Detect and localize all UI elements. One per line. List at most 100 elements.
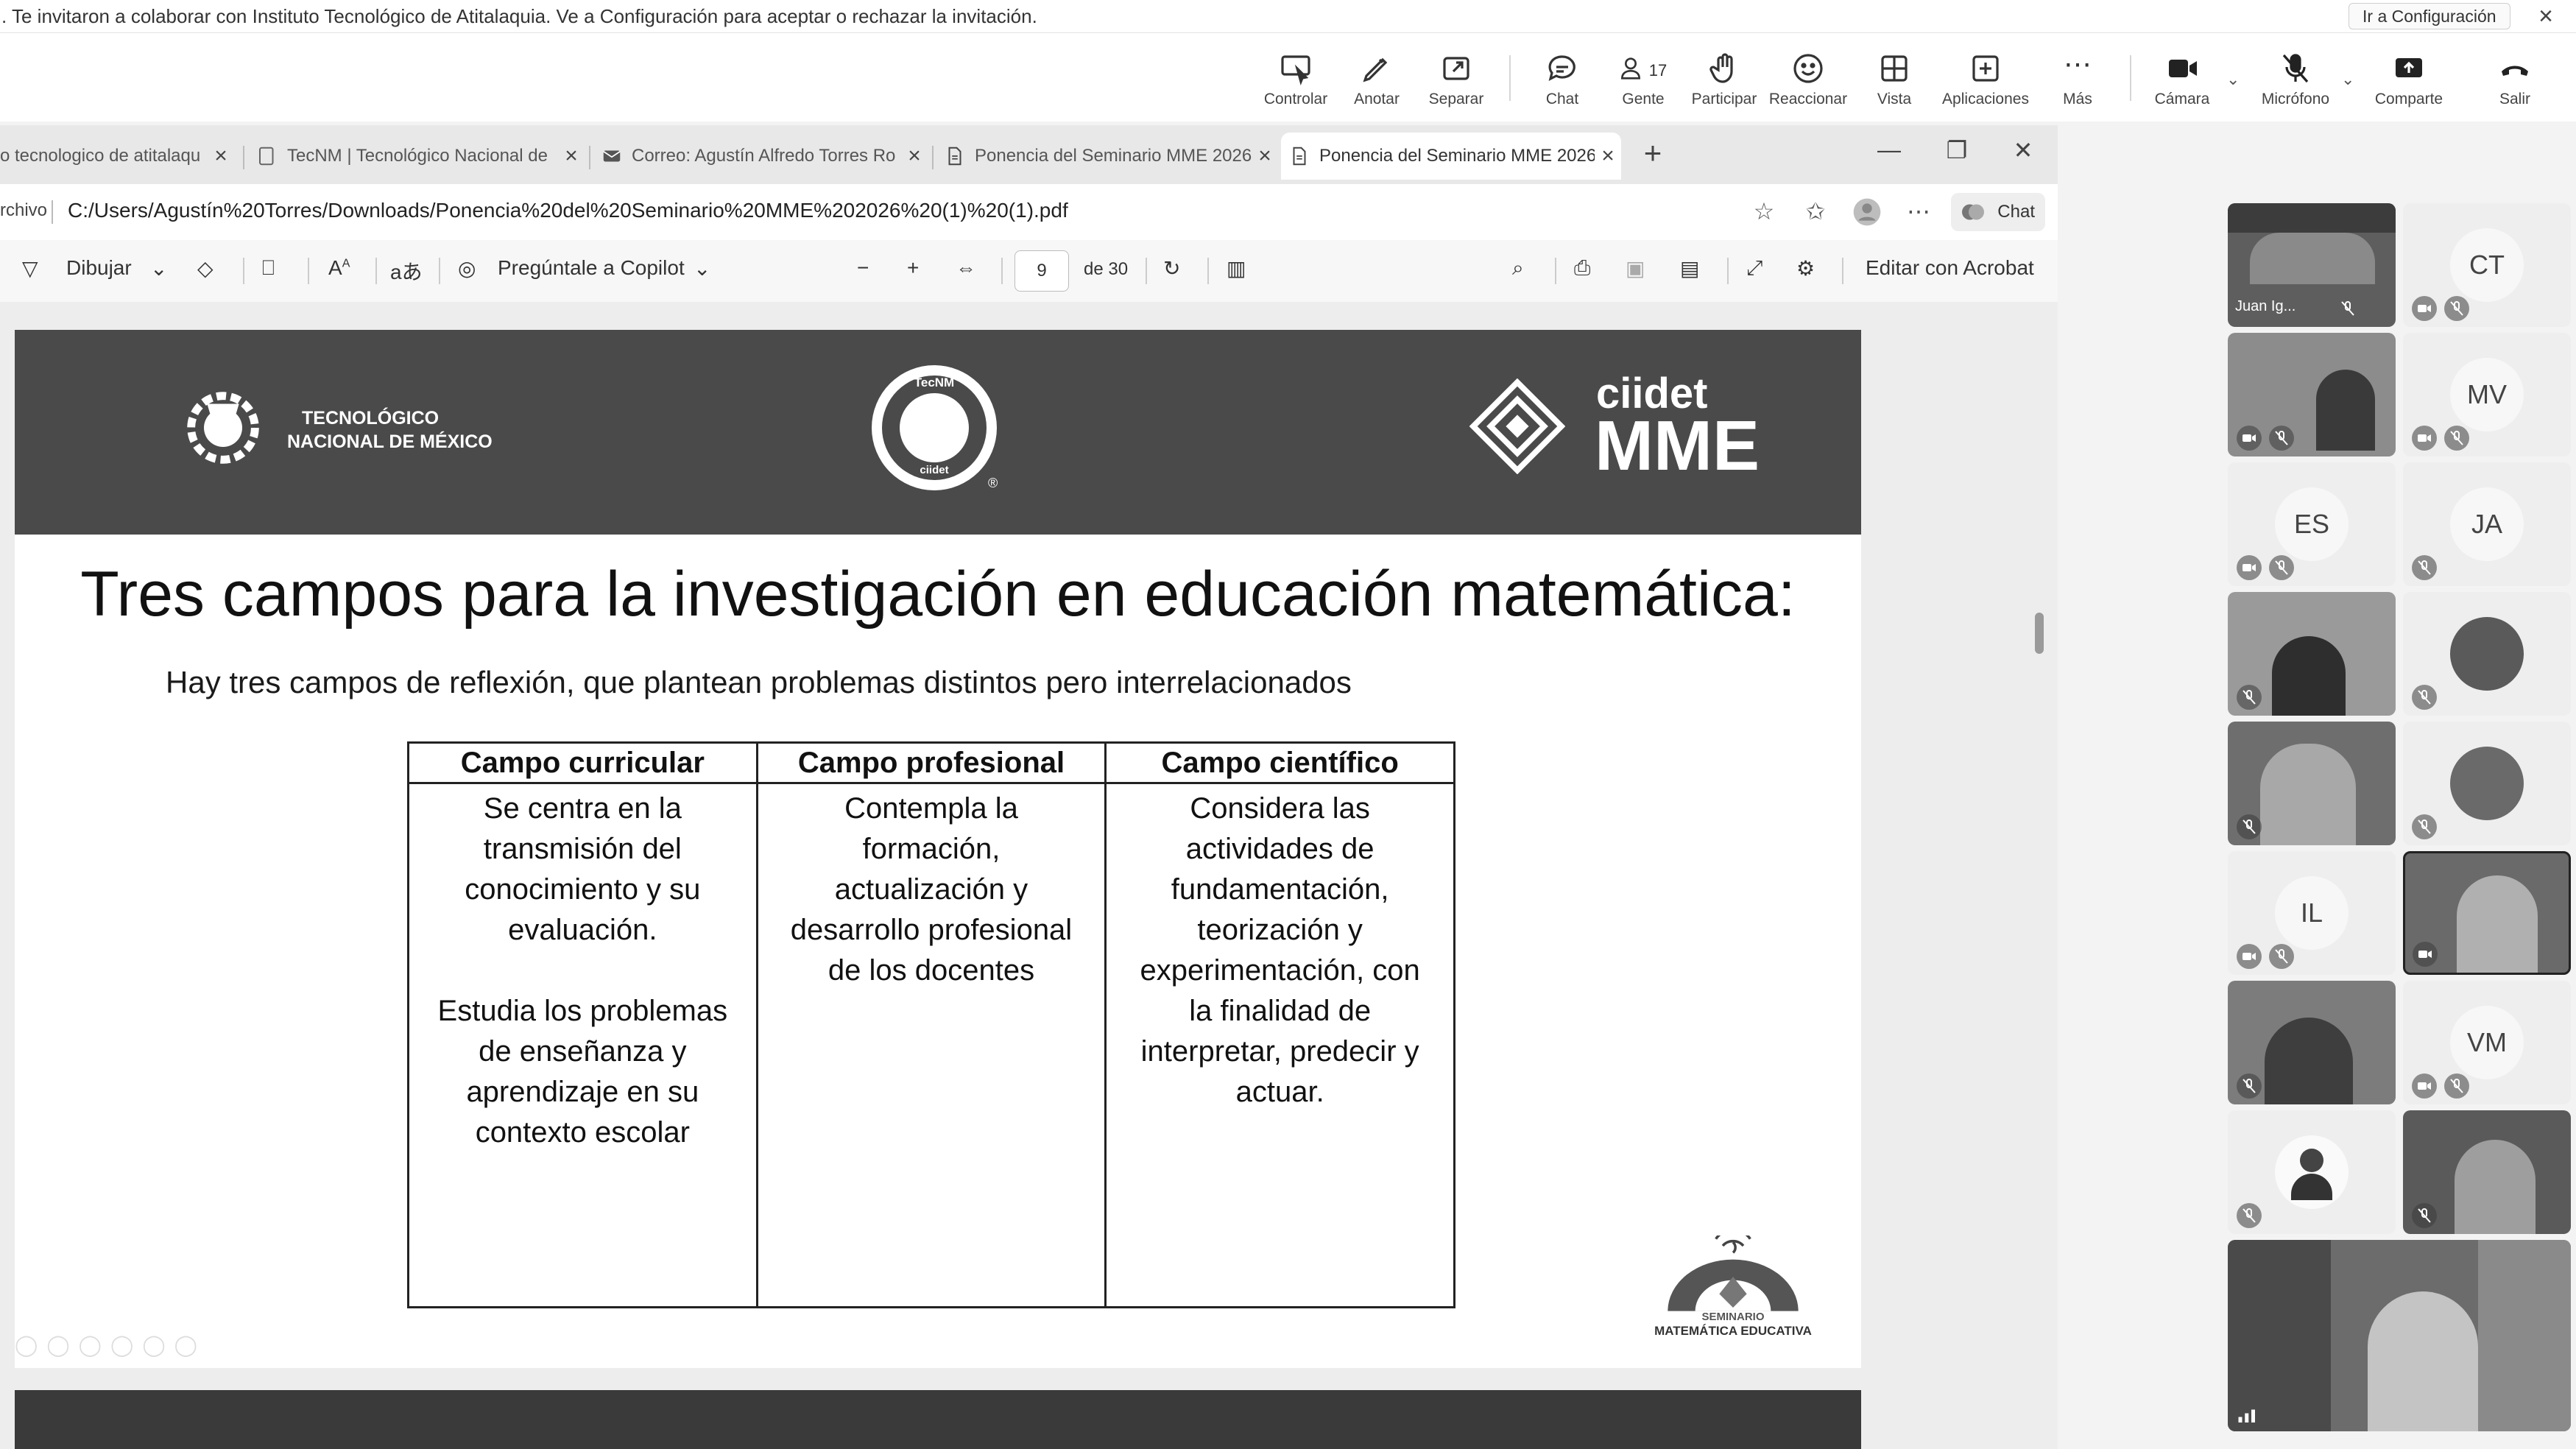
close-tab-icon[interactable]: × xyxy=(558,144,585,169)
fullscreen-icon[interactable]: ⤢ xyxy=(1746,256,1762,281)
eraser-icon[interactable]: ◇ xyxy=(197,256,214,281)
page-favicon-icon xyxy=(259,147,274,166)
view-button[interactable]: Vista xyxy=(1850,46,1938,120)
cell-line: aprendizaje en su xyxy=(466,1076,699,1108)
participant-tile-avatar[interactable] xyxy=(2228,1110,2396,1234)
raise-hand-button[interactable]: Participar xyxy=(1680,46,1768,120)
self-view-video[interactable] xyxy=(2228,1240,2571,1431)
people-button[interactable]: 17 Gente xyxy=(1599,46,1687,120)
zoom-out-icon[interactable]: − xyxy=(857,256,869,280)
tab-title: Correo: Agustín Alfredo Torres Ro xyxy=(632,146,896,166)
settings-gear-icon[interactable]: ⚙ xyxy=(1796,256,1815,281)
next-page-preview xyxy=(15,1390,1861,1449)
participant-tile-active-speaker[interactable] xyxy=(2403,851,2571,975)
participant-tile-video[interactable] xyxy=(2228,592,2396,716)
participant-tile-juan[interactable]: Juan Ig... xyxy=(2228,203,2396,327)
control-icon xyxy=(1252,46,1340,88)
mic-muted-icon xyxy=(2444,426,2469,451)
more-button[interactable]: ⋯ Más xyxy=(2033,46,2122,120)
cell-line: de enseñanza y xyxy=(479,1035,687,1068)
camera-button[interactable]: Cámara xyxy=(2138,46,2226,120)
favorites-icon[interactable]: ✩ xyxy=(1801,197,1830,227)
fit-width-icon[interactable]: ⇔ xyxy=(956,256,976,280)
copilot-chat-button[interactable]: Chat xyxy=(1951,193,2045,231)
apps-button[interactable]: Aplicaciones xyxy=(1941,46,2030,120)
annotate-button[interactable]: Anotar xyxy=(1333,46,1421,120)
minimize-icon[interactable]: — xyxy=(1867,136,1911,163)
close-tab-icon[interactable]: × xyxy=(901,144,928,169)
control-button[interactable]: Controlar xyxy=(1252,46,1340,120)
add-app-icon xyxy=(1941,46,2030,88)
profile-avatar-icon[interactable] xyxy=(1852,197,1882,227)
favorite-star-icon[interactable]: ☆ xyxy=(1749,197,1779,227)
cell-line: evaluación. xyxy=(508,914,657,946)
page-view-icon[interactable]: ▥ xyxy=(1227,256,1246,281)
participant-tile-vm[interactable]: VM xyxy=(2403,981,2571,1104)
tab-title: o tecnologico de atitalaqu xyxy=(0,146,201,166)
new-tab-icon[interactable]: + xyxy=(1634,135,1671,171)
microphone-button[interactable]: Micrófono xyxy=(2251,46,2340,120)
chat-button[interactable]: Chat xyxy=(1518,46,1606,120)
tecnm-seal-logo: TecNM ciidet xyxy=(872,365,997,490)
tab-ponencia-1[interactable]: Ponencia del Seminario MME 2026 × xyxy=(936,133,1278,180)
url-field[interactable]: C:/Users/Agustín%20Torres/Downloads/Pone… xyxy=(68,199,1068,222)
mic-muted-icon xyxy=(2237,1073,2262,1099)
participant-tile-video[interactable] xyxy=(2228,333,2396,456)
search-icon[interactable]: ⌕ xyxy=(1512,256,1524,281)
restore-window-icon[interactable]: ❐ xyxy=(1935,136,1979,164)
mic-muted-icon xyxy=(2237,814,2262,839)
close-notification-button[interactable]: × xyxy=(2530,0,2562,32)
participant-tile-avatar[interactable] xyxy=(2403,592,2571,716)
rotate-icon[interactable]: ↻ xyxy=(1163,256,1180,281)
hang-up-icon xyxy=(2471,46,2559,88)
leave-button[interactable]: Salir xyxy=(2471,46,2559,120)
react-button[interactable]: Reaccionar xyxy=(1764,46,1852,120)
close-tab-icon[interactable]: × xyxy=(1595,144,1621,169)
ask-copilot-button[interactable]: Pregúntale a Copilot xyxy=(498,256,685,280)
close-tab-icon[interactable]: × xyxy=(1252,144,1278,169)
save-as-icon[interactable]: ▤ xyxy=(1680,256,1699,281)
copilot-ask-icon[interactable]: ◎ xyxy=(458,256,476,281)
edit-with-acrobat-button[interactable]: Editar con Acrobat xyxy=(1866,256,2034,280)
share-button[interactable]: Comparte xyxy=(2365,46,2453,120)
participant-tile-video[interactable] xyxy=(2228,722,2396,845)
raise-hand-label: Participar xyxy=(1691,91,1757,107)
participant-tile-ja[interactable]: JA xyxy=(2403,462,2571,586)
participant-tile-mv[interactable]: MV xyxy=(2403,333,2571,456)
settings-more-icon[interactable]: ⋯ xyxy=(1904,197,1933,227)
tab-tecnm[interactable]: TecNM | Tecnológico Nacional de × xyxy=(249,133,585,180)
translate-icon[interactable]: aあ xyxy=(390,256,423,286)
read-aloud-icon[interactable]: AA xyxy=(328,256,350,280)
close-tab-icon[interactable]: × xyxy=(208,144,234,169)
page-nav-controls[interactable]: ◯◯◯◯◯◯ xyxy=(15,1333,206,1357)
participant-tile-video[interactable] xyxy=(2228,981,2396,1104)
react-label: Reaccionar xyxy=(1768,91,1848,107)
participant-tile-avatar[interactable] xyxy=(2403,722,2571,845)
save-icon[interactable]: ▣ xyxy=(1626,256,1645,281)
copilot-dropdown-chevron-icon[interactable]: ⌄ xyxy=(694,256,710,281)
cell-line: de los docentes xyxy=(828,954,1035,987)
scrollbar-thumb[interactable] xyxy=(2035,613,2044,654)
participant-tile-es[interactable]: ES xyxy=(2228,462,2396,586)
chat-pill-label: Chat xyxy=(1997,202,2035,222)
participant-tile-ct[interactable]: CT xyxy=(2403,203,2571,327)
tab-ponencia-active[interactable]: Ponencia del Seminario MME 2026 × xyxy=(1281,133,1621,180)
tab-tecnologico[interactable]: o tecnologico de atitalaqu × xyxy=(0,133,234,180)
draw-tool-icon[interactable]: ▽ xyxy=(22,256,38,281)
close-window-icon[interactable]: ✕ xyxy=(2001,136,2045,164)
microphone-options-chevron-icon[interactable]: ⌄ xyxy=(2341,70,2354,89)
draw-dropdown-chevron-icon[interactable]: ⌄ xyxy=(150,256,167,281)
page-number-input[interactable]: 9 xyxy=(1014,250,1069,292)
viewer-scrollbar[interactable] xyxy=(2032,302,2047,1439)
zoom-in-icon[interactable]: + xyxy=(907,256,919,280)
participant-tile-il[interactable]: IL xyxy=(2228,851,2396,975)
participant-tile-video[interactable] xyxy=(2403,1110,2571,1234)
go-to-settings-button[interactable]: Ir a Configuración xyxy=(2349,3,2510,29)
text-box-icon[interactable]: ⎕ xyxy=(262,256,275,281)
draw-button[interactable]: Dibujar xyxy=(66,256,132,280)
tab-correo[interactable]: Correo: Agustín Alfredo Torres Ro × xyxy=(593,133,928,180)
participant-initials: CT xyxy=(2450,228,2524,302)
pop-out-button[interactable]: Separar xyxy=(1412,46,1500,120)
camera-options-chevron-icon[interactable]: ⌄ xyxy=(2226,70,2240,89)
print-icon[interactable]: ⎙ xyxy=(1574,256,1590,281)
